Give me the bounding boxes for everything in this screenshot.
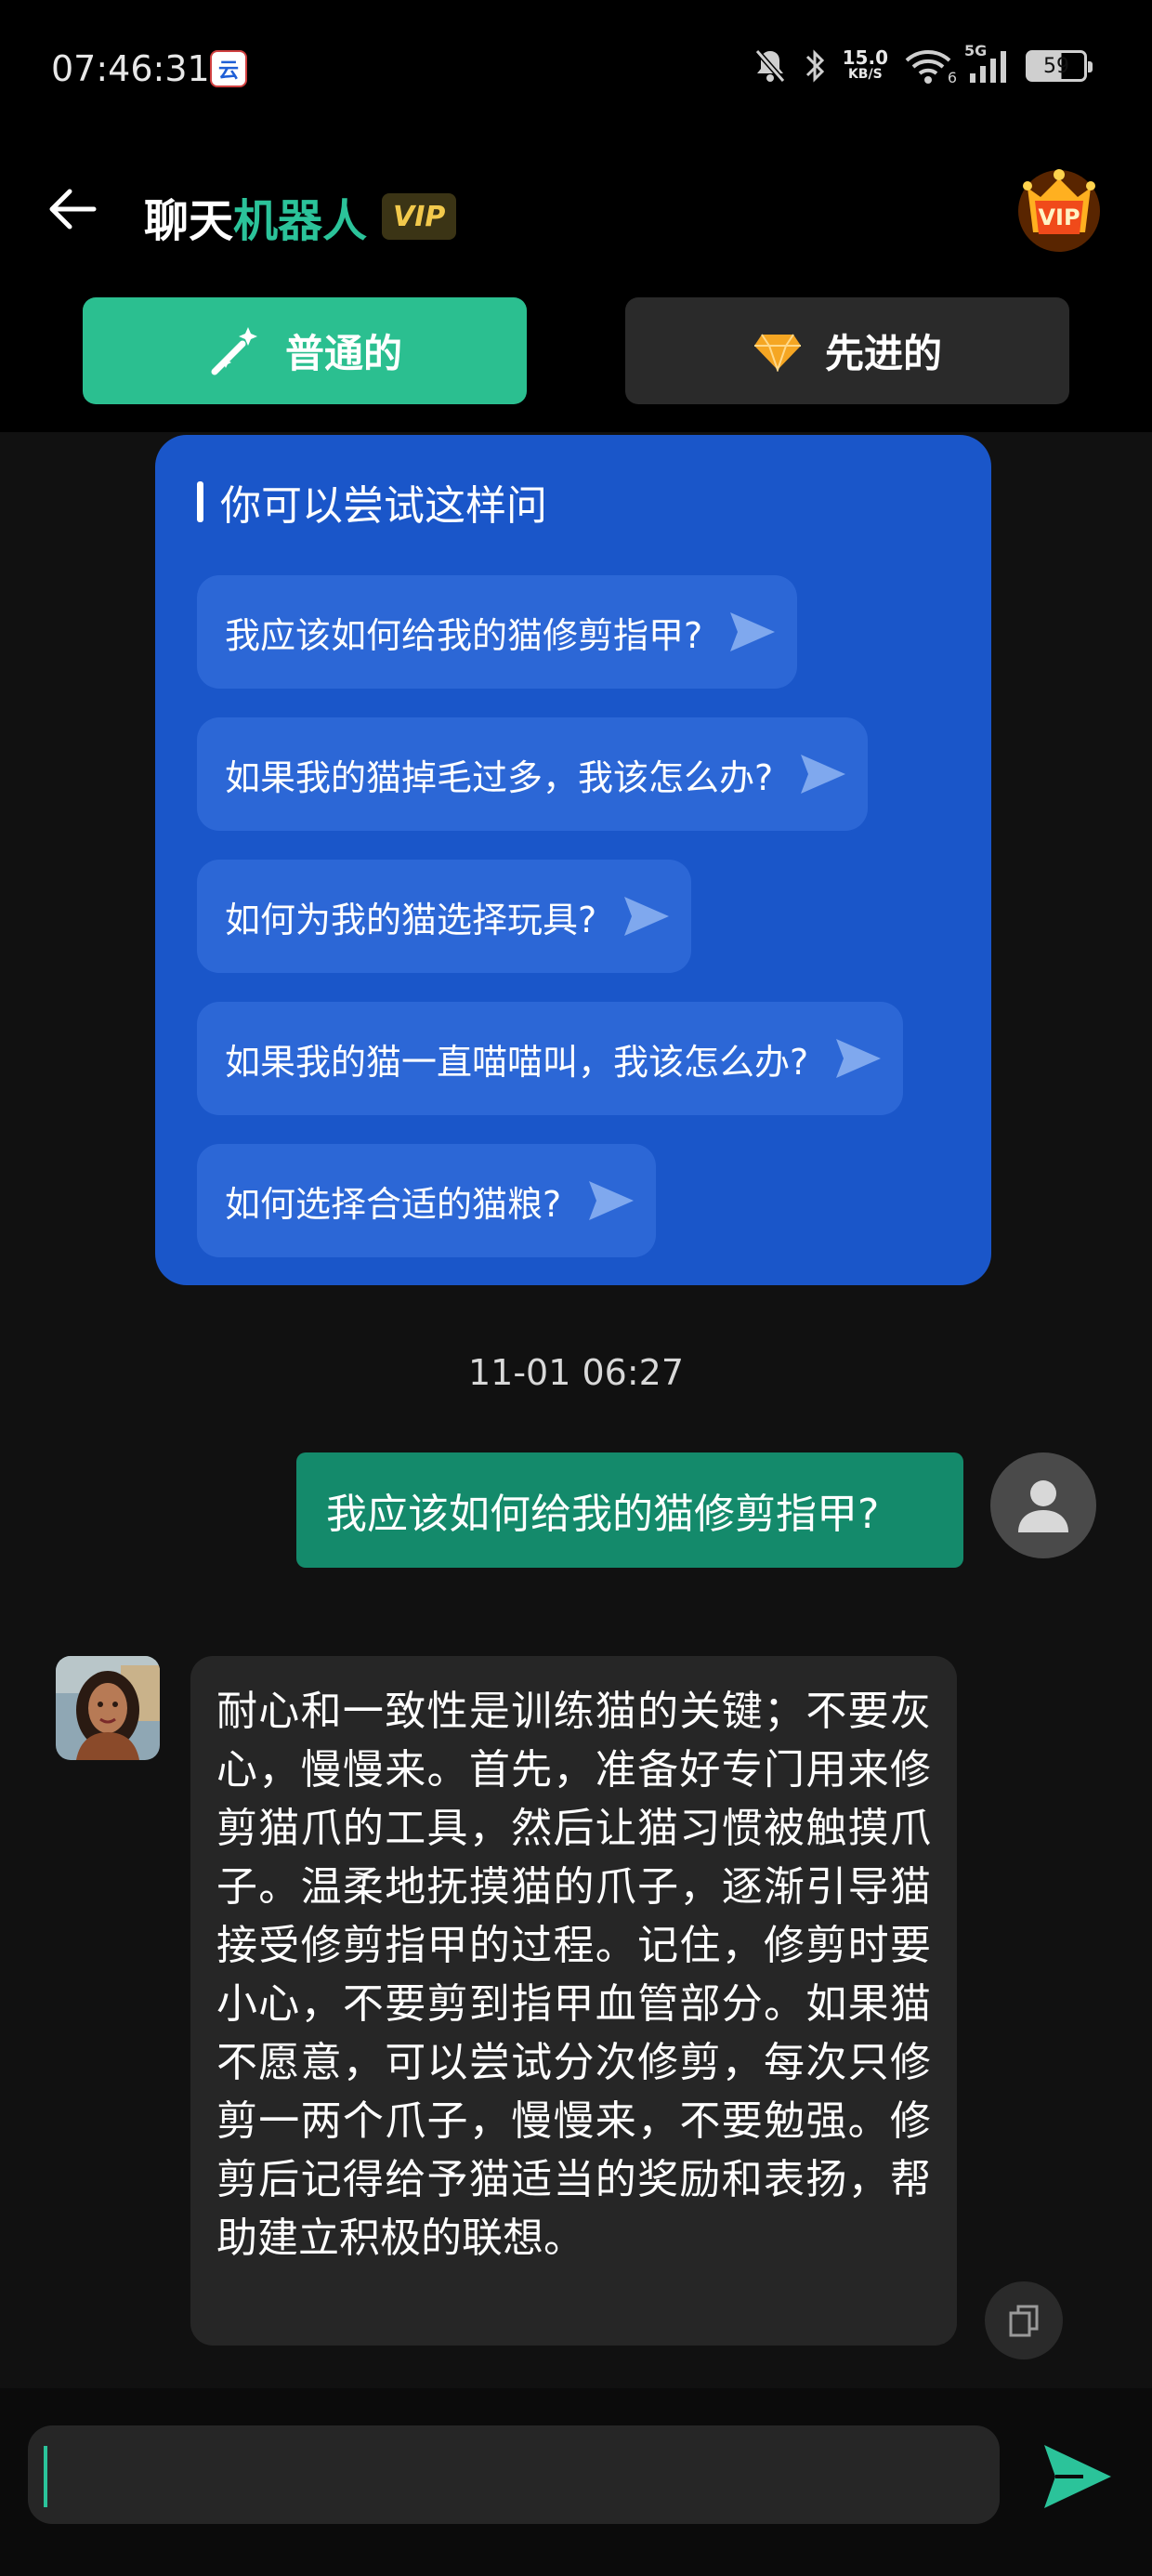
wifi-sub-label: 6 xyxy=(947,69,957,86)
bot-message-bubble[interactable]: 耐心和一致性是训练猫的关键；不要灰心，慢慢来。首先，准备好专门用来修剪猫爪的工具… xyxy=(190,1656,957,2346)
suggestion-chip[interactable]: 如何为我的猫选择玩具? xyxy=(197,860,692,973)
network-speed-value: 15.0 xyxy=(842,46,888,69)
suggestions-card: 你可以尝试这样问 我应该如何给我的猫修剪指甲? 如果我的猫掉毛过多，我该怎么办?… xyxy=(155,435,991,1285)
status-bar: 07:46:31 云 15.0 KB/S 6 5G 59 xyxy=(0,0,1152,139)
send-icon xyxy=(832,1035,884,1082)
back-arrow-icon xyxy=(49,189,97,230)
suggestion-chip[interactable]: 如果我的猫一直喵喵叫，我该怎么办? xyxy=(197,1002,904,1115)
user-message-text: 我应该如何给我的猫修剪指甲? xyxy=(326,1491,880,1538)
mode-advanced-button[interactable]: 先进的 xyxy=(625,297,1069,404)
back-button[interactable] xyxy=(39,177,104,242)
app-header: 聊天 机器人 VIP VIP 普通的 先进的 xyxy=(0,139,1152,432)
network-speed: 15.0 KB/S xyxy=(842,46,888,83)
mode-advanced-label: 先进的 xyxy=(824,331,942,376)
status-time: 07:46:31 xyxy=(51,48,210,89)
message-input[interactable] xyxy=(28,2425,1000,2524)
status-icons: 15.0 KB/S 6 5G 59 xyxy=(753,42,1093,87)
send-button[interactable] xyxy=(1036,2437,1119,2517)
mode-normal-label: 普通的 xyxy=(284,331,402,376)
suggestions-header: 你可以尝试这样问 xyxy=(197,472,547,532)
suggestion-chip[interactable]: 如何选择合适的猫粮? xyxy=(197,1144,657,1257)
chat-area[interactable]: 你可以尝试这样问 我应该如何给我的猫修剪指甲? 如果我的猫掉毛过多，我该怎么办?… xyxy=(0,432,1152,2388)
title-part-2: 机器人 xyxy=(233,195,368,247)
cell-signal-icon: 5G xyxy=(964,42,1009,85)
signal-label: 5G xyxy=(964,42,988,59)
suggestion-text: 如果我的猫一直喵喵叫，我该怎么办? xyxy=(225,1041,809,1083)
suggestion-text: 如何选择合适的猫粮? xyxy=(225,1183,562,1225)
copy-button[interactable] xyxy=(985,2281,1063,2359)
user-avatar xyxy=(990,1452,1096,1558)
diamond-icon xyxy=(753,333,801,372)
send-icon xyxy=(727,609,779,655)
text-caret xyxy=(44,2446,47,2507)
mode-normal-button[interactable]: 普通的 xyxy=(83,297,527,404)
bot-avatar xyxy=(56,1656,160,1760)
suggestion-text: 如何为我的猫选择玩具? xyxy=(225,899,597,940)
bluetooth-icon xyxy=(804,47,826,85)
mute-bell-icon xyxy=(753,47,787,85)
title-part-1: 聊天 xyxy=(144,195,234,247)
person-icon xyxy=(1018,1480,1068,1532)
vip-tag: VIP xyxy=(382,193,457,240)
bot-message-text: 耐心和一致性是训练猫的关键；不要灰心，慢慢来。首先，准备好专门用来修剪猫爪的工具… xyxy=(216,1688,931,2262)
suggestion-text: 我应该如何给我的猫修剪指甲? xyxy=(225,614,703,656)
send-icon xyxy=(585,1177,637,1224)
magic-wand-icon xyxy=(211,326,257,375)
network-speed-unit: KB/S xyxy=(847,67,883,82)
app-notification-icon: 云 xyxy=(210,50,247,87)
send-icon xyxy=(621,893,673,940)
suggestion-chip[interactable]: 我应该如何给我的猫修剪指甲? xyxy=(197,575,798,689)
suggestions-title: 你可以尝试这样问 xyxy=(220,482,547,530)
page-title: 聊天 机器人 VIP xyxy=(144,184,457,249)
wifi-icon: 6 xyxy=(905,47,957,86)
send-icon xyxy=(1044,2445,1111,2508)
suggestion-text: 如果我的猫掉毛过多，我该怎么办? xyxy=(225,756,774,798)
send-icon xyxy=(797,751,849,797)
title-accent-bar xyxy=(197,481,203,522)
copy-icon xyxy=(1009,2305,1039,2337)
user-message-bubble[interactable]: 我应该如何给我的猫修剪指甲? xyxy=(296,1452,963,1568)
message-timestamp: 11-01 06:27 xyxy=(467,1352,684,1393)
battery-indicator: 59 xyxy=(1026,50,1093,82)
suggestion-chip[interactable]: 如果我的猫掉毛过多，我该怎么办? xyxy=(197,717,869,831)
input-bar xyxy=(0,2388,1152,2576)
vip-badge-text: VIP xyxy=(1038,204,1080,230)
vip-crown-badge[interactable]: VIP xyxy=(1015,160,1104,262)
